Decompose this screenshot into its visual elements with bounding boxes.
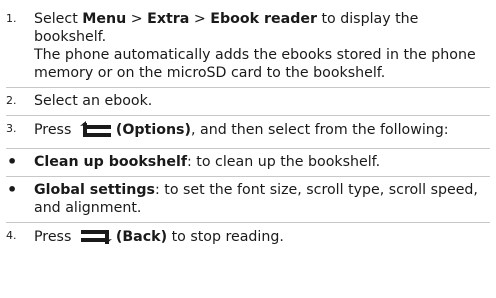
step-1: 1. Select Menu > Extra > Ebook reader to… <box>6 10 490 82</box>
step-2: 2. Select an ebook. <box>6 92 490 110</box>
extra-term: Extra <box>147 11 190 27</box>
bullet-item: • Clean up bookshelf: to clean up the bo… <box>6 153 490 171</box>
path-separator: > <box>189 11 211 27</box>
step-1-pre: Select <box>34 11 83 27</box>
global-settings-term: Global settings <box>34 182 155 198</box>
right-softkey-icon <box>79 227 113 250</box>
back-term: (Back) <box>115 229 168 245</box>
step-number: 3. <box>6 122 17 135</box>
step-number: 4. <box>6 229 17 242</box>
bullet-desc: : to clean up the bookshelf. <box>187 154 381 170</box>
step-4-post: to stop reading. <box>167 229 284 245</box>
step-3-pre: Press <box>34 122 76 138</box>
step-4-pre: Press <box>34 229 76 245</box>
ebook-reader-term: Ebook reader <box>210 11 317 27</box>
clean-up-bookshelf-term: Clean up bookshelf <box>34 154 187 170</box>
divider <box>6 87 490 88</box>
divider <box>6 176 490 177</box>
options-term: Options <box>122 122 185 138</box>
bullet-icon: • <box>7 152 18 171</box>
step-2-text: Select an ebook. <box>34 93 153 109</box>
divider <box>6 148 490 149</box>
bullet-icon: • <box>7 180 18 199</box>
step-number: 2. <box>6 94 17 107</box>
path-separator: > <box>126 11 148 27</box>
menu-term: Menu <box>82 11 127 27</box>
step-1-note: The phone automatically adds the ebooks … <box>34 47 476 81</box>
step-4: 4. Press (Back) to stop reading. <box>6 227 490 250</box>
step-3-text: Press (Options), and then select from th… <box>34 121 449 138</box>
step-4-text: Press (Back) to stop reading. <box>34 229 284 245</box>
step-1-text: Select Menu > Extra > Ebook reader to di… <box>34 11 418 45</box>
step-3-post: , and then select from the following: <box>190 122 449 138</box>
bullet-item: • Global settings: to set the font size,… <box>6 181 490 217</box>
instruction-page: 1. Select Menu > Extra > Ebook reader to… <box>0 0 496 298</box>
divider <box>6 115 490 116</box>
step-number: 1. <box>6 12 17 25</box>
left-softkey-icon <box>79 120 113 143</box>
divider <box>6 222 490 223</box>
step-3: 3. Press (Options), and then select from… <box>6 120 490 143</box>
